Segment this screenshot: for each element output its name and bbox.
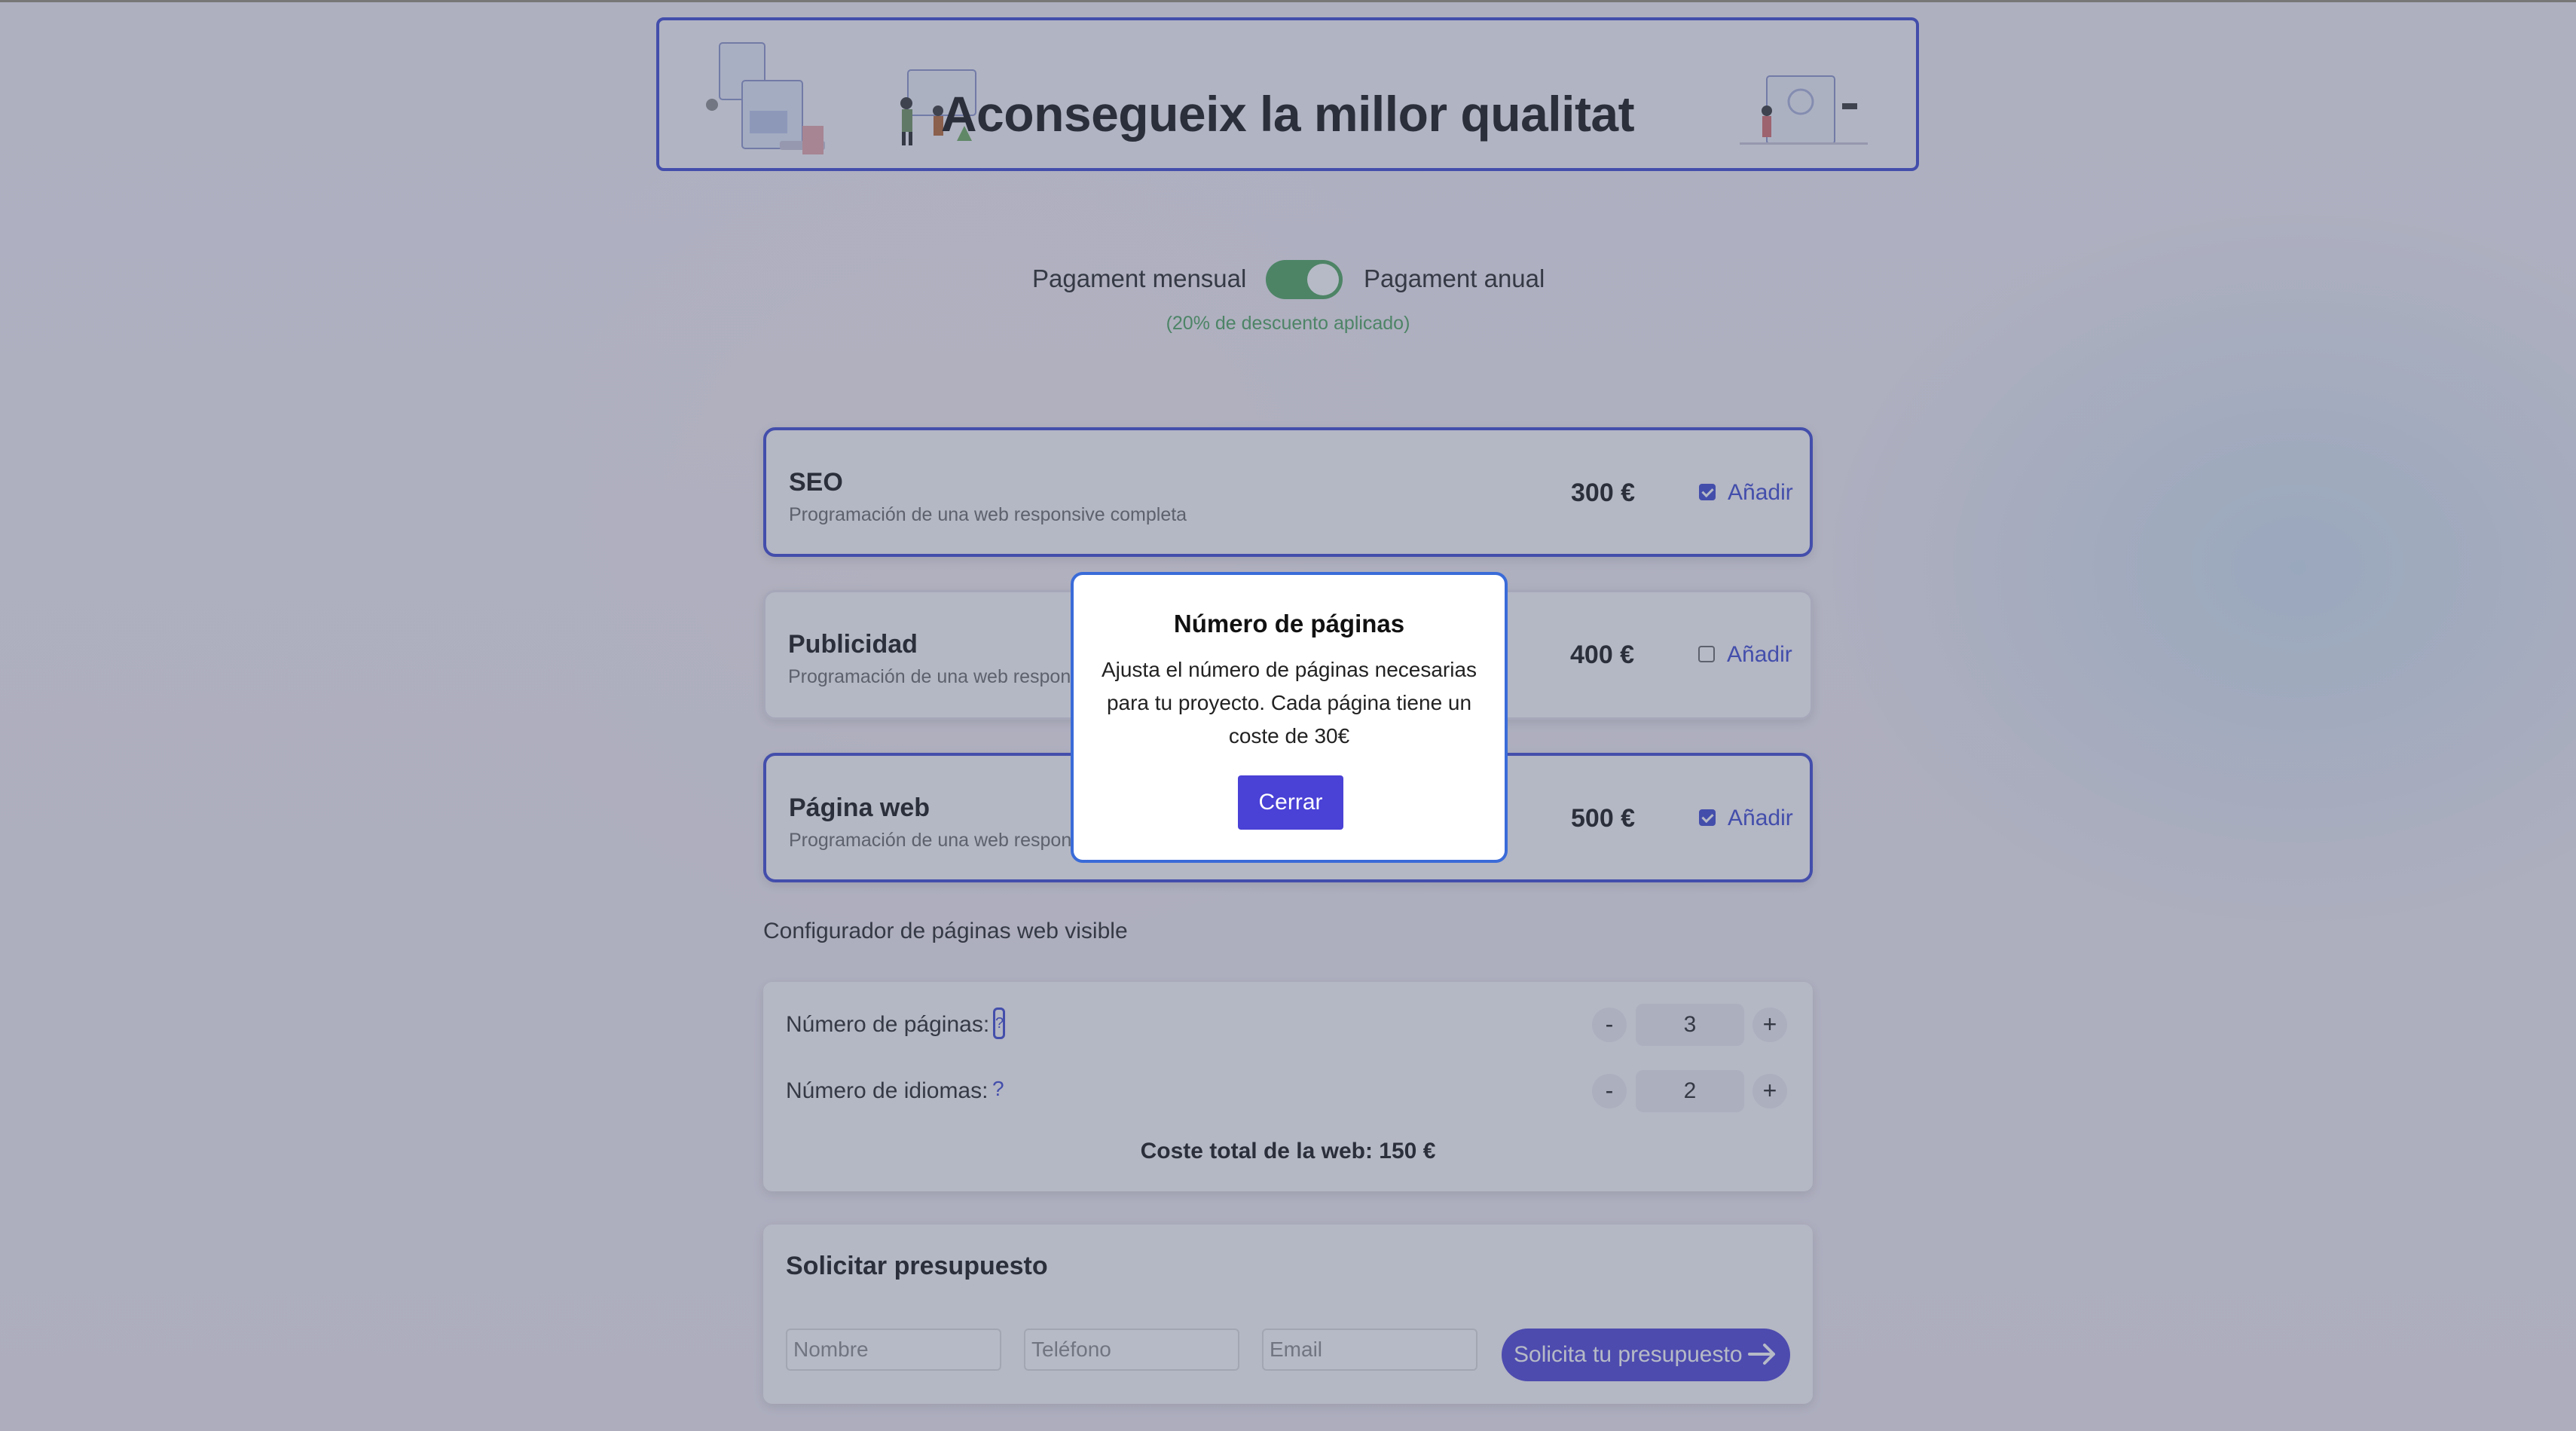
modal-body: Ajusta el número de páginas necesarias p… [1101, 658, 1477, 748]
page: Aconsegueix la millor qualitat Pagament … [0, 0, 2576, 1431]
close-button[interactable]: Cerrar [1238, 775, 1343, 830]
modal-title: Número de páginas [1173, 610, 1405, 638]
pages-help-modal: Número de páginas Ajusta el número de pá… [1071, 572, 1508, 863]
